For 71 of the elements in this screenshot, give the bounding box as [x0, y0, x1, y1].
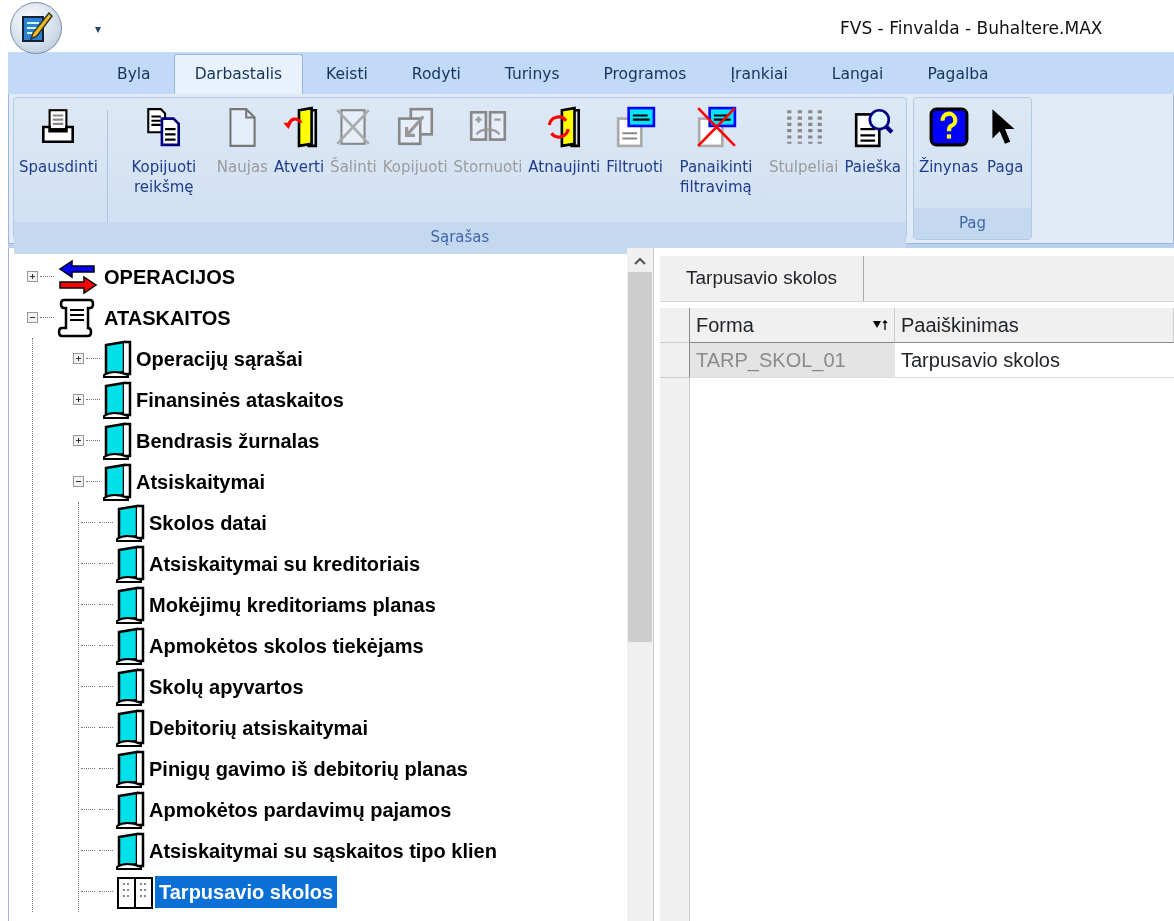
scroll-up-icon[interactable] [633, 256, 647, 266]
ribbon-button[interactable]: Atnaujinti [525, 106, 604, 178]
ribbon-button[interactable]: Kopijuoti reikšmę [113, 106, 214, 197]
question-mark-icon [927, 106, 970, 148]
expand-icon[interactable] [73, 394, 84, 405]
tree-item[interactable]: Atsiskaitymai su kreditoriais [145, 547, 425, 580]
book-icon [115, 584, 145, 625]
quick-access-dropdown[interactable]: ▾ [95, 20, 102, 38]
ribbon-tab[interactable]: Pagalba [906, 53, 1010, 94]
tree-item[interactable]: Skolos datai [145, 506, 271, 539]
ribbon-tab[interactable]: Darbastalis [173, 53, 304, 94]
book-icon [115, 543, 145, 584]
ribbon-button[interactable]: Filtruoti [603, 106, 666, 178]
book-icon [115, 707, 145, 748]
column-header[interactable]: Forma [690, 308, 895, 343]
ribbon-tab[interactable]: Rodyti [390, 53, 482, 94]
expand-icon[interactable] [73, 435, 84, 446]
ribbon-tab[interactable]: Turinys [483, 53, 581, 94]
notepad-pen-icon [19, 11, 53, 45]
tree-item[interactable]: Tarpusavio skolos [155, 875, 338, 908]
ribbon-button[interactable]: Panaikinti filtravimą [665, 106, 766, 197]
tree-item[interactable]: Bendrasis žurnalas [132, 424, 324, 457]
ribbon-tab[interactable]: Programos [582, 53, 708, 94]
expand-icon[interactable] [27, 271, 38, 282]
group-label: Pag [913, 207, 1032, 239]
ribbon-tab[interactable]: Langai [810, 53, 905, 94]
row-indicator-header [660, 308, 690, 343]
tree-item[interactable]: Debitorių atsiskaitymai [145, 711, 372, 744]
book-icon [115, 502, 145, 543]
book-icon [102, 461, 132, 502]
tree-item[interactable]: Mokėjimų kreditoriams planas [145, 588, 440, 621]
ribbon-button[interactable]: Atverti [270, 106, 328, 178]
book-icon [115, 789, 145, 830]
column-header[interactable]: Paaiškinimas [895, 308, 1174, 343]
vertical-scrollbar[interactable] [627, 248, 653, 921]
book-icon [102, 420, 132, 461]
window-title: FVS - Finvalda - Buhaltere.MAX [840, 17, 1103, 40]
sort-filter-icon[interactable] [872, 318, 888, 332]
tree-item[interactable]: Operacijų sąrašai [132, 342, 307, 375]
group-header[interactable]: Tarpusavio skolos [660, 256, 865, 301]
tree-item[interactable]: Atsiskaitymai [132, 465, 269, 498]
collapse-icon[interactable] [27, 312, 38, 323]
tree-item[interactable]: Pinigų gavimo iš debitorių planas [145, 752, 472, 785]
book-icon [115, 625, 145, 666]
ribbon-button[interactable]: Spausdinti [16, 106, 101, 178]
book-icon [115, 830, 145, 871]
tree-item[interactable]: Atsiskaitymai su sąskaitos tipo klien [145, 834, 501, 867]
tree-item[interactable]: OPERACIJOS [100, 260, 240, 293]
collapse-icon[interactable] [73, 476, 84, 487]
ribbon-button[interactable]: Paieška [841, 106, 904, 178]
ribbon-tab[interactable]: Keisti [305, 53, 389, 94]
table-cell[interactable]: Tarpusavio skolos [895, 343, 1174, 378]
book-icon [115, 748, 145, 789]
ribbon-tab[interactable]: Įrankiai [709, 53, 809, 94]
ribbon-tab[interactable]: Byla [96, 53, 172, 94]
book-icon [115, 666, 145, 707]
book-icon [102, 338, 132, 379]
tree-item[interactable]: Apmokėtos skolos tiekėjams [145, 629, 428, 662]
ribbon-button[interactable]: Žinynas [915, 106, 982, 178]
tree-item[interactable]: ATASKAITOS [100, 301, 235, 334]
book-icon [102, 379, 132, 420]
tree-item[interactable]: Finansinės ataskaitos [132, 383, 348, 416]
scrollbar-thumb[interactable] [628, 272, 652, 642]
expand-icon[interactable] [73, 353, 84, 364]
tree-item[interactable]: Apmokėtos pardavimų pajamos [145, 793, 456, 826]
row-indicator[interactable] [660, 343, 690, 378]
tree-item[interactable]: Skolų apyvartos [145, 670, 308, 703]
ribbon-button[interactable]: Paga [981, 106, 1030, 178]
arrows-icon [56, 257, 100, 296]
app-menu-button[interactable] [10, 2, 62, 54]
group-label: Sąrašas [14, 222, 906, 254]
